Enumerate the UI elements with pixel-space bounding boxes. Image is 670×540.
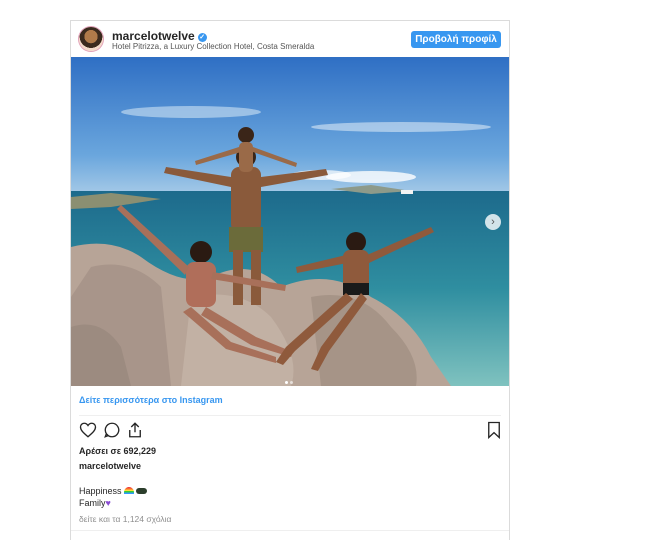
caption-username[interactable]: marcelotwelve <box>79 461 141 471</box>
view-comments-link[interactable]: δείτε και τα 1,124 σχόλια <box>79 514 171 524</box>
post-header: marcelotwelve ✓ Hotel Pitrizza, a Luxury … <box>71 21 509 57</box>
divider <box>71 530 509 531</box>
beach-family-photo <box>71 57 509 386</box>
share-icon[interactable] <box>126 421 144 439</box>
sunglasses-emoji <box>136 488 148 494</box>
caption-line: Family♥ <box>79 498 111 508</box>
location[interactable]: Hotel Pitrizza, a Luxury Collection Hote… <box>112 42 314 51</box>
likes-count[interactable]: Αρέσει σε 692,229 <box>79 446 156 456</box>
post-photo[interactable]: › <box>71 57 509 386</box>
view-profile-button[interactable]: Προβολή προφίλ <box>411 31 501 48</box>
caption-line: Happiness <box>79 486 148 496</box>
verified-badge-icon: ✓ <box>197 33 207 42</box>
divider <box>79 415 501 416</box>
chevron-right-icon[interactable]: › <box>485 214 501 230</box>
avatar[interactable] <box>79 27 103 51</box>
username[interactable]: marcelotwelve ✓ <box>112 29 207 43</box>
heart-icon[interactable] <box>79 421 97 439</box>
bookmark-icon[interactable] <box>485 421 503 439</box>
comment-icon[interactable] <box>103 421 121 439</box>
carousel-dots <box>284 371 294 386</box>
view-more-link[interactable]: Δείτε περισσότερα στο Instagram <box>79 395 223 405</box>
caption-text: Family <box>79 498 106 508</box>
username-text[interactable]: marcelotwelve <box>112 29 195 43</box>
instagram-embed-card: marcelotwelve ✓ Hotel Pitrizza, a Luxury … <box>70 20 510 540</box>
caption-text: Happiness <box>79 486 122 496</box>
action-bar <box>79 421 501 441</box>
carousel-dot <box>285 381 288 384</box>
rainbow-emoji <box>124 487 135 494</box>
purple-heart-emoji: ♥ <box>105 498 111 508</box>
carousel-dot <box>290 381 293 384</box>
